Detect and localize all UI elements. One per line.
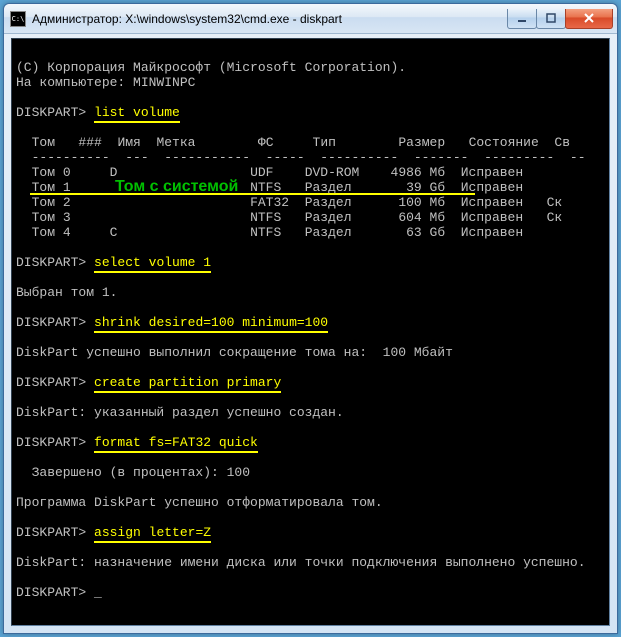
maximize-button[interactable] (536, 9, 566, 29)
console-area[interactable]: (C) Корпорация Майкрософт (Microsoft Cor… (11, 38, 610, 626)
close-button[interactable] (565, 9, 613, 29)
hdr-state: Состояние (469, 135, 539, 150)
cmd-create-partition: create partition primary (94, 375, 281, 393)
cursor[interactable]: _ (94, 585, 102, 600)
minimize-icon (517, 13, 527, 23)
window-title: Администратор: X:\windows\system32\cmd.e… (32, 12, 508, 26)
highlight-underline (30, 193, 475, 195)
prompt: DISKPART> (16, 525, 86, 540)
hdr-size: Размер (398, 135, 445, 150)
resp-shrink: DiskPart успешно выполнил сокращение том… (16, 345, 453, 360)
prompt: DISKPART> (16, 585, 86, 600)
window-frame: C:\ Администратор: X:\windows\system32\c… (3, 3, 618, 634)
prompt: DISKPART> (16, 315, 86, 330)
close-icon (583, 13, 595, 23)
resp-format-done: Программа DiskPart успешно отформатирова… (16, 495, 383, 510)
maximize-icon (546, 13, 556, 23)
resp-assign: DiskPart: назначение имени диска или точ… (16, 555, 586, 570)
titlebar[interactable]: C:\ Администратор: X:\windows\system32\c… (4, 4, 617, 34)
cmd-assign: assign letter=Z (94, 525, 211, 543)
hdr-sv: Св (554, 135, 570, 150)
hdr-label: Метка (156, 135, 195, 150)
hdr-num: ### (78, 135, 101, 150)
cmd-icon: C:\ (10, 11, 26, 27)
minimize-button[interactable] (507, 9, 537, 29)
resp-create: DiskPart: указанный раздел успешно созда… (16, 405, 344, 420)
table-row: Том 4 C NTFS Раздел 63 Gб Исправен (32, 225, 524, 240)
window-controls (508, 9, 613, 29)
table-row: Том 3 NTFS Раздел 604 Мб Исправен Ск (32, 210, 563, 225)
console-output: (C) Корпорация Майкрософт (Microsoft Cor… (12, 39, 609, 606)
resp-select: Выбран том 1. (16, 285, 117, 300)
hdr-fs: ФС (258, 135, 274, 150)
cmd-select-volume: select volume 1 (94, 255, 211, 273)
table-row: Том 0 D UDF DVD-ROM 4986 Мб Исправен (32, 165, 524, 180)
hdr-tom: Том (32, 135, 55, 150)
hdr-name: Имя (117, 135, 140, 150)
cmd-list-volume: list volume (94, 105, 180, 123)
resp-format-progress: Завершено (в процентах): 100 (16, 465, 250, 480)
hdr-type: Тип (313, 135, 336, 150)
prompt: DISKPART> (16, 255, 86, 270)
cmd-format: format fs=FAT32 quick (94, 435, 258, 453)
copyright-line: (C) Корпорация Майкрософт (Microsoft Cor… (16, 60, 406, 75)
prompt: DISKPART> (16, 105, 86, 120)
table-row: Том 2 FAT32 Раздел 100 Мб Исправен Ск (32, 195, 563, 210)
cmd-shrink: shrink desired=100 minimum=100 (94, 315, 328, 333)
prompt: DISKPART> (16, 435, 86, 450)
prompt: DISKPART> (16, 375, 86, 390)
host-line: На компьютере: MINWINPC (16, 75, 195, 90)
